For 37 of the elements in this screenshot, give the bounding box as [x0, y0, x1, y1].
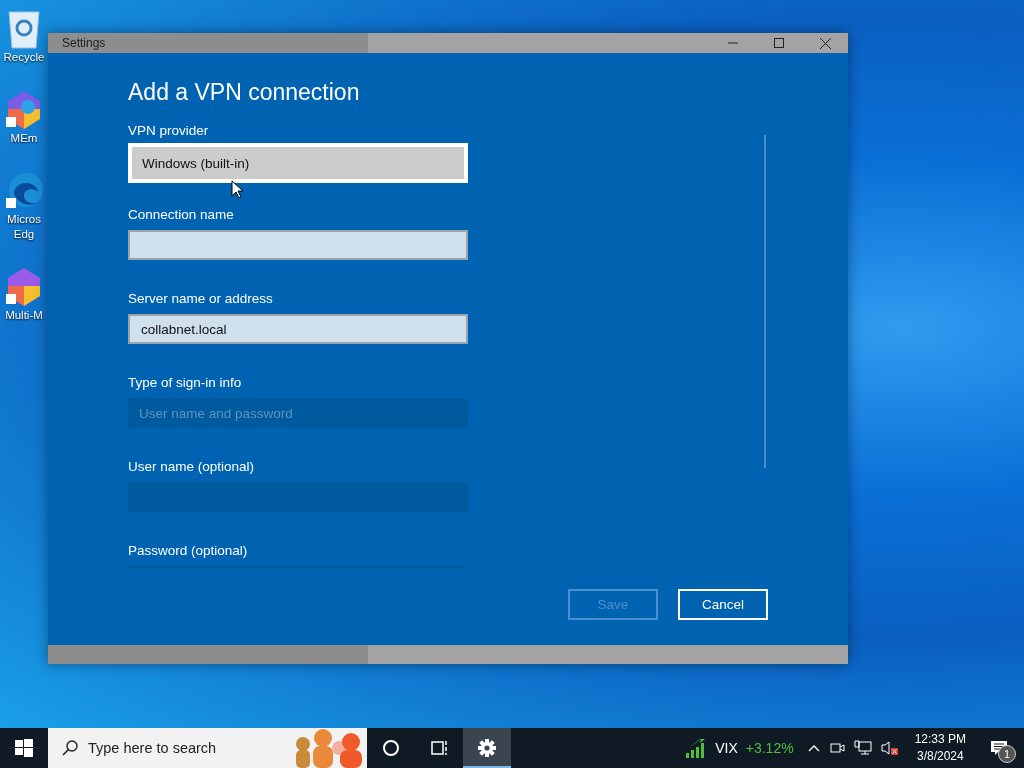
- notification-button[interactable]: 1: [984, 733, 1014, 763]
- cancel-button[interactable]: Cancel: [678, 589, 768, 620]
- settings-icon: [477, 738, 497, 758]
- task-view-icon: [430, 739, 448, 757]
- field-label: VPN provider: [128, 123, 210, 139]
- stock-change: +3.12%: [745, 740, 794, 756]
- minimize-icon: [728, 42, 738, 44]
- chevron-up-icon[interactable]: [807, 744, 820, 752]
- window-title: Settings: [62, 36, 107, 50]
- page-heading: Add a VPN connection: [128, 79, 361, 106]
- field-label: Server name or address: [128, 291, 274, 307]
- desktop-icon-label[interactable]: Multi-M: [5, 308, 43, 323]
- input-field[interactable]: [128, 230, 468, 260]
- desktop-icon-label[interactable]: Micros Edg: [7, 212, 41, 242]
- stock-symbol: VIX: [715, 740, 738, 756]
- desktop-icon-label[interactable]: Recycle: [3, 50, 45, 65]
- speaker-muted-icon[interactable]: [880, 740, 899, 756]
- mouse-pointer-icon: [231, 180, 243, 199]
- camera-icon[interactable]: [828, 740, 845, 756]
- field-label: User name (optional): [128, 459, 256, 475]
- maximize-icon: [774, 38, 784, 48]
- close-icon: [819, 37, 831, 49]
- notification-count: 1: [998, 745, 1016, 763]
- field-label: Type of sign-in info: [128, 375, 243, 391]
- field-label: Connection name: [128, 207, 235, 223]
- input-field[interactable]: collabnet.local: [128, 314, 468, 344]
- search-icon: [62, 740, 78, 756]
- scrollbar[interactable]: [764, 135, 766, 468]
- circle-icon: [382, 739, 400, 757]
- clock[interactable]: 12:33 PM 3/8/2024: [914, 731, 966, 765]
- dropdown-field[interactable]: Windows (built-in): [128, 143, 468, 183]
- windows-logo-icon: [15, 739, 33, 757]
- desktop-icon-label[interactable]: MEm: [10, 131, 38, 146]
- search-field[interactable]: Type here to search: [48, 728, 367, 768]
- network-icon[interactable]: [853, 740, 872, 756]
- field-label: Password (optional): [128, 543, 249, 559]
- taskbar-app-button[interactable]: [463, 728, 511, 768]
